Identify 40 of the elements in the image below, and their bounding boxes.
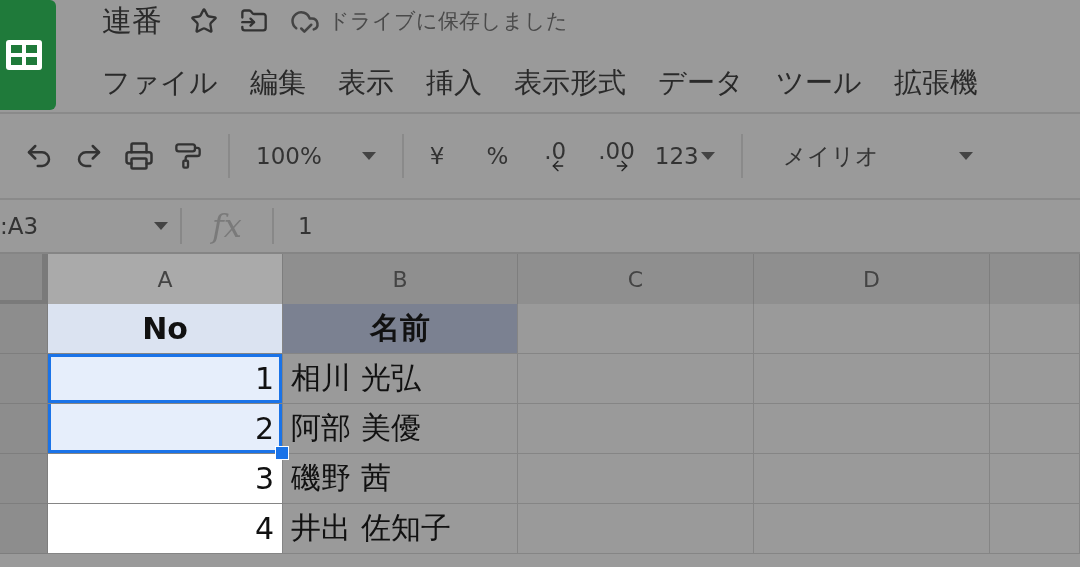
column-header[interactable]: B bbox=[283, 254, 518, 306]
table-cell: 1 bbox=[48, 354, 283, 404]
caret-icon bbox=[700, 152, 715, 160]
menu-item[interactable]: 表示 bbox=[338, 64, 394, 102]
move-folder-icon[interactable] bbox=[240, 7, 268, 35]
table-cell: 磯野 茜 bbox=[283, 454, 518, 504]
fill-handle[interactable] bbox=[275, 446, 289, 460]
decrease-decimal[interactable]: .0 bbox=[544, 138, 567, 164]
column-header[interactable]: A bbox=[48, 254, 283, 306]
table-cell: 相川 光弘 bbox=[283, 354, 518, 404]
print-icon[interactable] bbox=[124, 141, 154, 171]
menu-item[interactable]: ツール bbox=[776, 64, 862, 102]
column-header[interactable]: D bbox=[754, 254, 990, 306]
table-cell: 4 bbox=[48, 504, 283, 554]
menu-item[interactable]: 表示形式 bbox=[514, 64, 626, 102]
menu-item[interactable]: 編集 bbox=[250, 64, 306, 102]
increase-decimal[interactable]: .00 bbox=[598, 138, 635, 164]
document-title[interactable]: 連番 bbox=[102, 0, 162, 42]
formula-field[interactable]: 1 bbox=[297, 213, 313, 239]
caret-icon bbox=[958, 152, 973, 160]
table-cell: 井出 佐知子 bbox=[283, 504, 518, 554]
save-status: ドライブに保存しました bbox=[328, 8, 568, 35]
percent-format[interactable]: % bbox=[486, 143, 509, 169]
zoom-select[interactable]: 100% bbox=[256, 143, 322, 169]
table-cell: 3 bbox=[48, 454, 283, 504]
menu-item[interactable]: データ bbox=[658, 64, 744, 102]
name-box[interactable]: :A3 bbox=[0, 213, 39, 239]
caret-icon bbox=[154, 222, 168, 230]
font-select[interactable]: メイリオ bbox=[782, 140, 879, 172]
currency-format[interactable]: ¥ bbox=[429, 143, 445, 169]
column-header[interactable]: C bbox=[518, 254, 754, 306]
table-cell: 名前 bbox=[283, 304, 518, 354]
caret-icon bbox=[361, 152, 376, 160]
star-icon[interactable] bbox=[190, 7, 218, 35]
number-format-select[interactable]: 123 bbox=[654, 143, 699, 169]
menu-item[interactable]: 拡張機 bbox=[894, 64, 978, 102]
menu-item[interactable]: 挿入 bbox=[426, 64, 482, 102]
paint-format-icon[interactable] bbox=[174, 142, 202, 170]
menu-item[interactable]: ファイル bbox=[102, 64, 218, 102]
table-cell: No bbox=[48, 304, 283, 354]
